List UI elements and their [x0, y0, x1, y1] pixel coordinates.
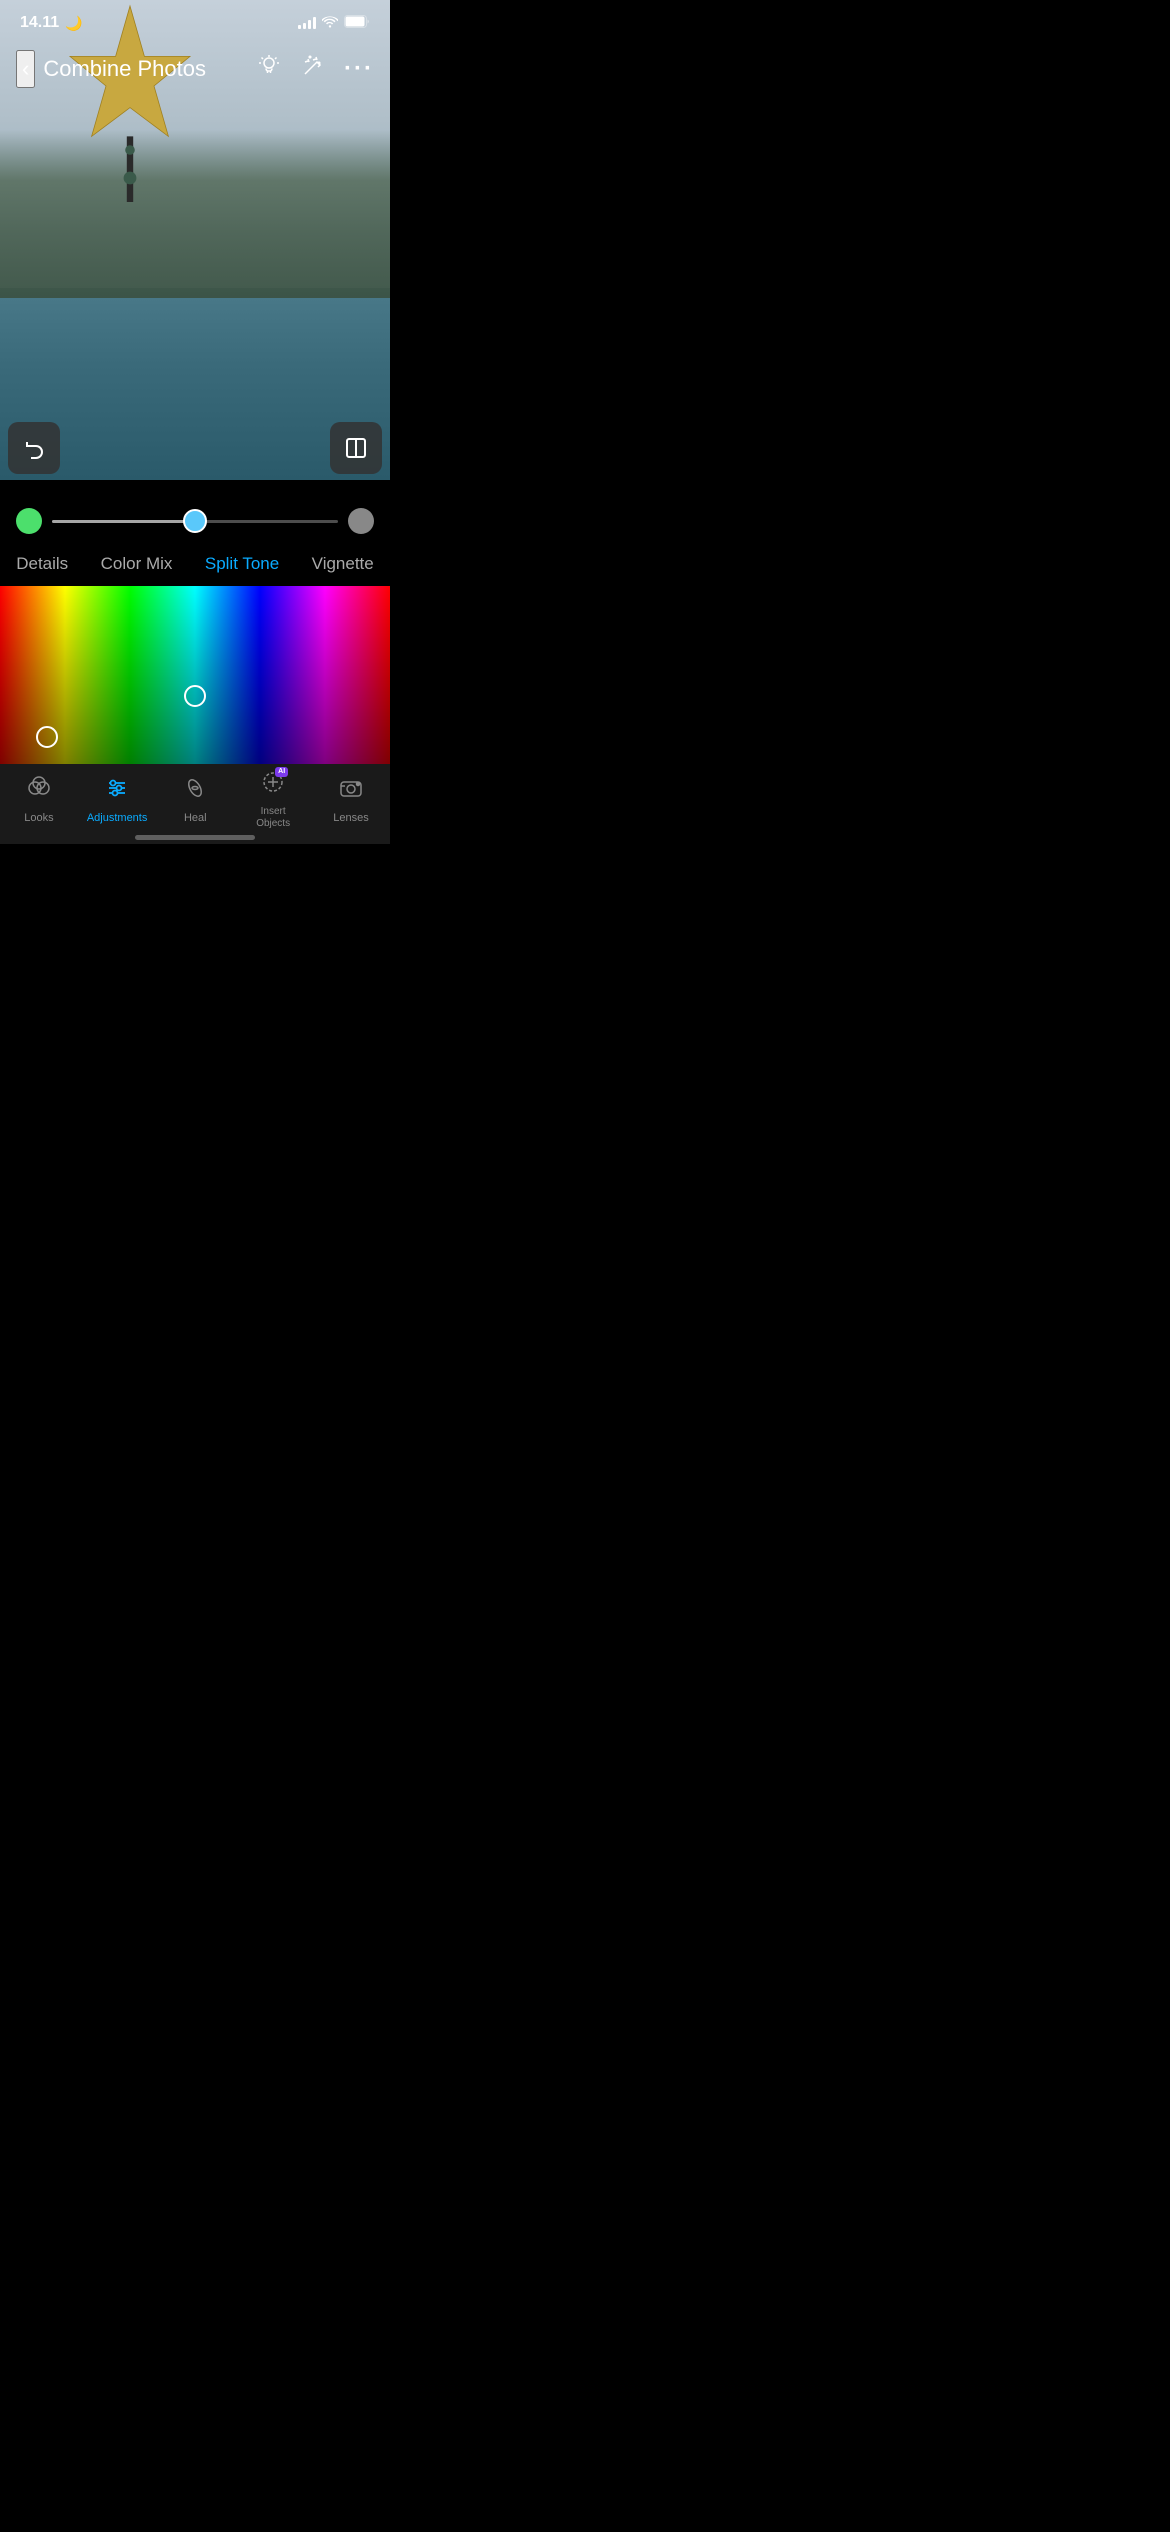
- adjustments-icon: [104, 775, 130, 808]
- nav-heal-label: Heal: [184, 812, 207, 824]
- nav-adjustments[interactable]: Adjustments: [87, 775, 148, 824]
- status-icons: [298, 15, 370, 31]
- header: ‹ Combine Photos: [0, 40, 390, 98]
- back-button[interactable]: ‹: [16, 50, 35, 88]
- nav-adjustments-label: Adjustments: [87, 812, 148, 824]
- compare-button[interactable]: [330, 422, 382, 474]
- nav-lenses[interactable]: Lenses: [321, 775, 381, 824]
- bulb-icon[interactable]: [256, 53, 282, 85]
- slider-thumb[interactable]: [183, 509, 207, 533]
- tab-vignette[interactable]: Vignette: [304, 550, 382, 578]
- status-bar: 14.11 🌙: [0, 0, 390, 38]
- moon-icon: 🌙: [65, 15, 82, 32]
- ai-badge: AI: [275, 767, 288, 777]
- tab-bar: Details Color Mix Split Tone Vignette: [0, 542, 390, 586]
- insert-objects-icon: AI: [260, 769, 286, 802]
- color-picker-handle-main[interactable]: [184, 685, 206, 707]
- wand-icon[interactable]: [300, 53, 326, 85]
- nav-insert-objects-label: InsertObjects: [256, 806, 290, 830]
- heal-icon: [182, 775, 208, 808]
- tab-color-mix[interactable]: Color Mix: [93, 550, 181, 578]
- bottom-nav: Looks Adjustments Heal: [0, 764, 390, 844]
- nav-looks-label: Looks: [24, 812, 53, 824]
- nav-looks[interactable]: Looks: [9, 775, 69, 824]
- slider-gray-dot: [348, 508, 374, 534]
- more-button[interactable]: ···: [344, 55, 374, 83]
- slider-green-dot: [16, 508, 42, 534]
- wifi-icon: [322, 16, 338, 31]
- home-indicator: [135, 835, 255, 840]
- color-picker-handle-secondary[interactable]: [36, 726, 58, 748]
- photo-controls: [0, 422, 390, 474]
- lenses-icon: [338, 775, 364, 808]
- undo-button[interactable]: [8, 422, 60, 474]
- color-picker-area[interactable]: [0, 586, 390, 764]
- tab-details[interactable]: Details: [8, 550, 76, 578]
- header-title: Combine Photos: [43, 56, 206, 82]
- status-time: 14.11: [20, 14, 59, 32]
- slider-track[interactable]: [52, 520, 338, 523]
- nav-heal[interactable]: Heal: [165, 775, 225, 824]
- slider-fill: [52, 520, 195, 523]
- slider-area: [0, 508, 390, 534]
- signal-icon: [298, 17, 316, 29]
- color-gradient[interactable]: [0, 586, 390, 764]
- nav-lenses-label: Lenses: [333, 812, 368, 824]
- tab-split-tone[interactable]: Split Tone: [197, 550, 287, 578]
- looks-icon: [26, 775, 52, 808]
- battery-icon: [344, 15, 370, 31]
- nav-insert-objects[interactable]: AI InsertObjects: [243, 769, 303, 830]
